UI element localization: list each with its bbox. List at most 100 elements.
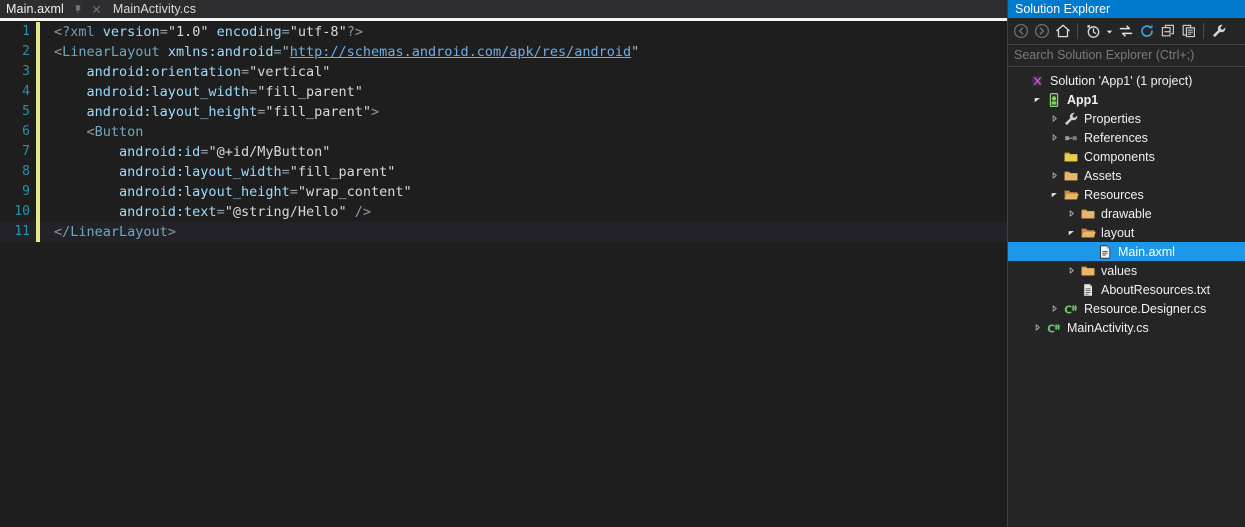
chevron-right-icon[interactable] xyxy=(1046,304,1062,313)
code-lines: 1 <?xml version="1.0" encoding="utf-8"?> 2… xyxy=(0,22,1007,242)
svg-text:C: C xyxy=(1047,323,1055,335)
android-project-icon xyxy=(1045,92,1063,108)
show-all-files-icon[interactable] xyxy=(1178,21,1199,42)
tree-item-label: Assets xyxy=(1084,168,1122,183)
close-icon[interactable] xyxy=(91,4,102,15)
chevron-right-icon[interactable] xyxy=(1046,171,1062,180)
chevron-right-icon[interactable] xyxy=(1029,323,1045,332)
back-icon[interactable] xyxy=(1010,21,1031,42)
visual-studio-window: Main.axml MainActivity.cs 1 <?xml version=… xyxy=(0,0,1245,527)
code-line[interactable]: 11 </LinearLayout> xyxy=(0,222,1007,242)
line-number: 9 xyxy=(22,184,30,199)
tree-item-label: App1 xyxy=(1067,92,1099,107)
chevron-down-icon[interactable] xyxy=(1103,21,1115,42)
tree-item-resource-designer-cs[interactable]: C Resource.Designer.cs xyxy=(1008,299,1245,318)
text-file-icon xyxy=(1079,282,1097,298)
tree-item-label: Properties xyxy=(1084,111,1141,126)
tree-item-label: AboutResources.txt xyxy=(1101,282,1211,297)
tree-item-label: References xyxy=(1084,130,1148,145)
editor-pane: Main.axml MainActivity.cs 1 <?xml version=… xyxy=(0,0,1007,527)
code-line[interactable]: 3 android:orientation="vertical" xyxy=(0,62,1007,82)
code-line-text: android:layout_width="fill_parent" xyxy=(119,164,396,180)
home-icon[interactable] xyxy=(1052,21,1073,42)
editor-tab-strip: Main.axml MainActivity.cs xyxy=(0,0,1007,18)
tree-item-label: Resource.Designer.cs xyxy=(1084,301,1207,316)
tree-item-aboutresources-txt[interactable]: AboutResources.txt xyxy=(1008,280,1245,299)
tree-item-properties[interactable]: Properties xyxy=(1008,109,1245,128)
code-line[interactable]: 4 android:layout_width="fill_parent" xyxy=(0,82,1007,102)
tree-item-label: MainActivity.cs xyxy=(1067,320,1149,335)
folder-open-icon xyxy=(1062,187,1080,203)
tree-item-resources[interactable]: Resources xyxy=(1008,185,1245,204)
code-editor[interactable]: 1 <?xml version="1.0" encoding="utf-8"?> 2… xyxy=(0,21,1007,527)
tree-item-label: Components xyxy=(1084,149,1155,164)
solution-tree[interactable]: Solution 'App1' (1 project) App1 Propertie… xyxy=(1008,67,1245,527)
csharp-file-icon: C xyxy=(1045,320,1063,336)
toolbar-separator xyxy=(1077,23,1078,39)
forward-icon[interactable] xyxy=(1031,21,1052,42)
tree-item-drawable[interactable]: drawable xyxy=(1008,204,1245,223)
line-number: 3 xyxy=(22,64,30,79)
code-line[interactable]: 6 <Button xyxy=(0,122,1007,142)
line-number: 5 xyxy=(22,104,30,119)
tree-item-main-axml[interactable]: Main.axml xyxy=(1008,242,1245,261)
code-line[interactable]: 8 android:layout_width="fill_parent" xyxy=(0,162,1007,182)
tree-item-references[interactable]: References xyxy=(1008,128,1245,147)
tree-item-label: drawable xyxy=(1101,206,1152,221)
code-line-text: <LinearLayout xmlns:android="http://sche… xyxy=(54,44,640,60)
code-line[interactable]: 7 android:id="@+id/MyButton" xyxy=(0,142,1007,162)
folder-icon xyxy=(1062,168,1080,184)
code-line-text: android:layout_width="fill_parent" xyxy=(86,84,363,100)
tree-item-assets[interactable]: Assets xyxy=(1008,166,1245,185)
chevron-down-icon[interactable] xyxy=(1029,95,1045,104)
code-line[interactable]: 2 <LinearLayout xmlns:android="http://sch… xyxy=(0,42,1007,62)
solution-explorer-title: Solution Explorer xyxy=(1008,0,1245,18)
tree-item-label: Solution 'App1' (1 project) xyxy=(1050,73,1193,88)
pin-icon[interactable] xyxy=(73,4,84,15)
tree-item-label: values xyxy=(1101,263,1138,278)
folder-icon xyxy=(1079,206,1097,222)
code-line[interactable]: 10 android:text="@string/Hello" /> xyxy=(0,202,1007,222)
solution-explorer-panel: Solution Explorer Search Solution Explor… xyxy=(1007,0,1245,527)
code-line-text: android:id="@+id/MyButton" xyxy=(119,144,331,160)
tree-item-values[interactable]: values xyxy=(1008,261,1245,280)
tree-item-label: Main.axml xyxy=(1118,244,1175,259)
folder-yellow-icon xyxy=(1062,149,1080,165)
tree-item-components[interactable]: Components xyxy=(1008,147,1245,166)
refresh-icon[interactable] xyxy=(1136,21,1157,42)
code-line[interactable]: 1 <?xml version="1.0" encoding="utf-8"?> xyxy=(0,22,1007,42)
chevron-right-icon[interactable] xyxy=(1046,133,1062,142)
tree-item-label: Resources xyxy=(1084,187,1144,202)
editor-tab-main-axml[interactable]: Main.axml xyxy=(0,0,107,18)
editor-tab-icons xyxy=(73,4,102,15)
properties-wrench-icon[interactable] xyxy=(1208,21,1229,42)
tree-item-app1[interactable]: App1 xyxy=(1008,90,1245,109)
tree-item-solution-app1-1-project[interactable]: Solution 'App1' (1 project) xyxy=(1008,71,1245,90)
references-icon xyxy=(1062,130,1080,146)
code-line-text: android:orientation="vertical" xyxy=(86,64,331,80)
tree-item-layout[interactable]: layout xyxy=(1008,223,1245,242)
chevron-right-icon[interactable] xyxy=(1063,266,1079,275)
search-solution-explorer-input[interactable]: Search Solution Explorer (Ctrl+;) xyxy=(1008,45,1245,67)
tree-item-label: layout xyxy=(1101,225,1135,240)
code-line-text: android:text="@string/Hello" /> xyxy=(119,204,372,220)
editor-tab-label: MainActivity.cs xyxy=(112,2,197,16)
chevron-right-icon[interactable] xyxy=(1046,114,1062,123)
line-number: 10 xyxy=(14,204,30,219)
sync-with-editor-icon[interactable] xyxy=(1115,21,1136,42)
code-line[interactable]: 5 android:layout_height="fill_parent"> xyxy=(0,102,1007,122)
editor-tab-mainactivity-cs[interactable]: MainActivity.cs xyxy=(106,0,202,18)
solution-explorer-toolbar xyxy=(1008,18,1245,45)
chevron-right-icon[interactable] xyxy=(1063,209,1079,218)
line-number: 6 xyxy=(22,124,30,139)
editor-tab-label: Main.axml xyxy=(6,2,64,16)
tree-item-mainactivity-cs[interactable]: C MainActivity.cs xyxy=(1008,318,1245,337)
chevron-down-icon[interactable] xyxy=(1063,228,1079,237)
code-line-text: android:layout_height="wrap_content" xyxy=(119,184,412,200)
csharp-file-icon: C xyxy=(1062,301,1080,317)
collapse-all-icon[interactable] xyxy=(1157,21,1178,42)
pending-changes-icon[interactable] xyxy=(1082,21,1103,42)
solution-icon xyxy=(1028,73,1046,89)
code-line[interactable]: 9 android:layout_height="wrap_content" xyxy=(0,182,1007,202)
chevron-down-icon[interactable] xyxy=(1046,190,1062,199)
